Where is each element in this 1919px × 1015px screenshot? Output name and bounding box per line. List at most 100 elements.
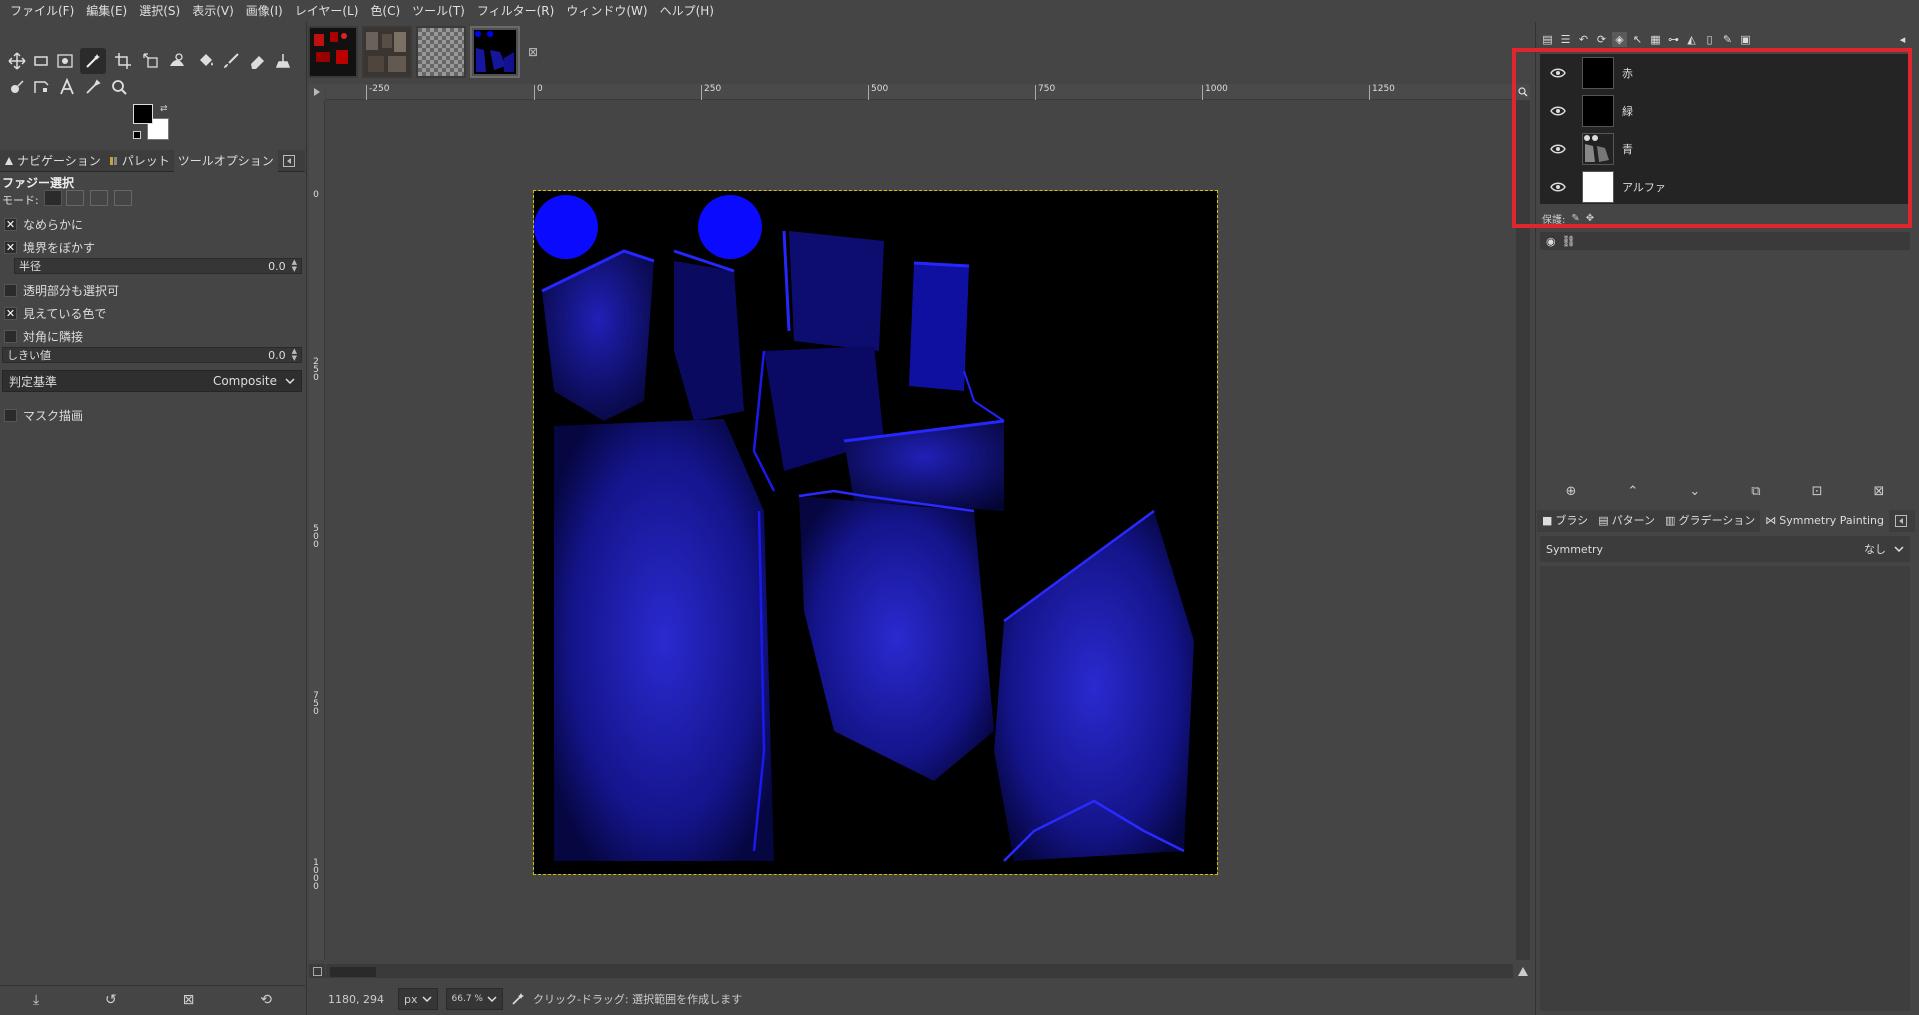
move-tool-icon[interactable] xyxy=(4,48,30,74)
criterion-combo[interactable]: 判定基準 Composite xyxy=(2,370,302,392)
menu-windows[interactable]: ウィンドウ(W) xyxy=(560,0,653,22)
radius-spin[interactable]: 半径 0.0 ▲ ▼ xyxy=(14,258,302,274)
menu-edit[interactable]: 編集(E) xyxy=(80,0,133,22)
new-channel-icon[interactable]: ⊕ xyxy=(1566,484,1577,499)
dock-menu-icon[interactable] xyxy=(283,155,295,167)
paintbrush-tool-icon[interactable] xyxy=(218,48,244,74)
chevron-down-icon xyxy=(421,996,432,1002)
document-tab-icon[interactable]: ▯ xyxy=(1702,32,1717,47)
select-transparent-checkbox[interactable] xyxy=(4,284,17,297)
warp-transform-tool-icon[interactable] xyxy=(164,48,190,74)
feather-checkbox[interactable]: ✕ xyxy=(4,241,17,254)
horizontal-scroll-thumb[interactable] xyxy=(330,967,376,977)
unit-selector[interactable]: px xyxy=(398,988,438,1010)
channels-tab-icon[interactable]: ☰ xyxy=(1558,32,1573,47)
image-tab-texture[interactable] xyxy=(362,26,412,78)
undo-history-tab-icon[interactable]: ↶ xyxy=(1576,32,1591,47)
mode-replace-button[interactable] xyxy=(44,190,62,206)
smooth-checkbox[interactable]: ✕ xyxy=(4,218,17,231)
templates-tab-icon[interactable]: ▣ xyxy=(1738,32,1753,47)
mode-add-button[interactable] xyxy=(66,190,84,206)
tab-patterns[interactable]: ▤ パターン xyxy=(1593,510,1660,532)
menu-select[interactable]: 選択(S) xyxy=(133,0,186,22)
pointer-tab-icon[interactable]: ↖ xyxy=(1630,32,1645,47)
navigate-icon[interactable] xyxy=(1516,964,1530,978)
paths-tool-icon[interactable] xyxy=(28,74,54,100)
menu-image[interactable]: 画像(I) xyxy=(240,0,289,22)
symmetry-selector[interactable]: Symmetry なし xyxy=(1540,536,1910,562)
smooth-option[interactable]: ✕ なめらかに xyxy=(4,216,83,233)
tab-symmetry-painting[interactable]: ⋈ Symmetry Painting xyxy=(1760,510,1889,532)
draw-mask-checkbox[interactable] xyxy=(4,409,17,422)
sample-merged-checkbox[interactable]: ✕ xyxy=(4,307,17,320)
image-tab-transparent[interactable] xyxy=(416,26,466,78)
menu-filters[interactable]: フィルター(R) xyxy=(471,0,560,22)
sample-points-tab-icon[interactable]: ⊶ xyxy=(1666,32,1681,47)
ruler-corner-icon[interactable] xyxy=(309,84,325,100)
menu-tools[interactable]: ツール(T) xyxy=(406,0,471,22)
colormap-tab-icon[interactable]: ▦ xyxy=(1648,32,1663,47)
symmetry-value: なし xyxy=(1864,543,1886,556)
right-dock-menu-icon[interactable]: ◂ xyxy=(1895,32,1910,47)
image-tab-blue-active[interactable] xyxy=(470,26,520,78)
quick-mask-icon[interactable] xyxy=(309,964,325,978)
menu-help[interactable]: ヘルプ(H) xyxy=(654,0,720,22)
rect-select-tool-icon[interactable] xyxy=(28,48,54,74)
menu-file[interactable]: ファイル(F) xyxy=(4,0,80,22)
paths-tab-icon[interactable]: ⟳ xyxy=(1594,32,1609,47)
lower-channel-icon[interactable]: ⌄ xyxy=(1689,484,1700,499)
zoom-tool-icon[interactable] xyxy=(106,74,132,100)
brush-editor-tab-icon[interactable]: ✎ xyxy=(1720,32,1735,47)
menu-colors[interactable]: 色(C) xyxy=(364,0,406,22)
clone-tool-icon[interactable] xyxy=(270,48,296,74)
menu-layer[interactable]: レイヤー(L) xyxy=(289,0,365,22)
layers-tab-icon[interactable]: ▤ xyxy=(1540,32,1555,47)
reset-options-icon[interactable]: ⟲ xyxy=(260,992,272,1008)
foreground-select-tool-icon[interactable] xyxy=(52,48,78,74)
duplicate-channel-icon[interactable]: ⧉ xyxy=(1751,484,1760,499)
histogram-tab-icon[interactable]: ◭ xyxy=(1684,32,1699,47)
foreground-color-swatch[interactable] xyxy=(133,104,153,124)
smudge-tool-icon[interactable] xyxy=(4,74,30,100)
spin-arrows-icon[interactable]: ▲ ▼ xyxy=(292,259,297,273)
image-canvas[interactable] xyxy=(533,190,1218,875)
tab-palette[interactable]: パレット xyxy=(105,150,174,172)
diagonal-option[interactable]: 対角に隣接 xyxy=(4,328,83,345)
image-tab-red[interactable] xyxy=(308,26,358,78)
threshold-spin[interactable]: しきい値 0.0 ▲ ▼ xyxy=(2,347,302,363)
feather-option[interactable]: ✕ 境界をぼかす xyxy=(4,239,95,256)
mode-subtract-button[interactable] xyxy=(90,190,108,206)
save-options-icon[interactable]: ⤓ xyxy=(33,992,39,1008)
bucket-fill-tool-icon[interactable] xyxy=(192,48,218,74)
mode-intersect-button[interactable] xyxy=(114,190,132,206)
bottom-dock-menu-icon[interactable] xyxy=(1895,515,1907,527)
spin-arrows-icon[interactable]: ▲ ▼ xyxy=(292,348,297,362)
color-picker-tool-icon[interactable] xyxy=(80,74,106,100)
default-colors-icon[interactable] xyxy=(133,131,141,139)
diagonal-checkbox[interactable] xyxy=(4,330,17,343)
select-transparent-option[interactable]: 透明部分も選択可 xyxy=(4,282,119,299)
delete-options-icon[interactable]: ⊠ xyxy=(183,992,195,1008)
vertical-scrollbar[interactable] xyxy=(1516,100,1530,960)
menu-view[interactable]: 表示(V) xyxy=(186,0,240,22)
tab-brushes[interactable]: ■ ブラシ xyxy=(1537,510,1593,532)
crop-tool-icon[interactable] xyxy=(110,48,136,74)
channel-to-selection-icon[interactable]: ⊡ xyxy=(1812,484,1823,499)
tab-gradients[interactable]: ▥ グラデーション xyxy=(1660,510,1760,532)
eraser-tool-icon[interactable] xyxy=(244,48,270,74)
unified-transform-tool-icon[interactable] xyxy=(138,48,164,74)
raise-channel-icon[interactable]: ⌃ xyxy=(1627,484,1638,499)
sample-merged-option[interactable]: ✕ 見えている色で xyxy=(4,305,106,322)
restore-options-icon[interactable]: ↺ xyxy=(105,992,117,1008)
delete-channel-icon[interactable]: ⊠ xyxy=(1874,484,1885,499)
draw-mask-option[interactable]: マスク描画 xyxy=(4,407,83,424)
tab-navigation[interactable]: ナビゲーション xyxy=(0,150,105,172)
swap-colors-icon[interactable]: ⇄ xyxy=(160,104,168,114)
tab-tool-options[interactable]: ツールオプション xyxy=(173,150,278,172)
horizontal-scrollbar[interactable] xyxy=(326,964,1513,978)
zoom-selector[interactable]: 66.7 % xyxy=(445,988,503,1010)
channels-active-tab-icon[interactable]: ◈ xyxy=(1612,31,1627,47)
close-tab-icon[interactable]: ⊠ xyxy=(524,26,542,78)
fuzzy-select-tool-icon[interactable] xyxy=(80,48,106,74)
text-tool-icon[interactable] xyxy=(54,74,80,100)
